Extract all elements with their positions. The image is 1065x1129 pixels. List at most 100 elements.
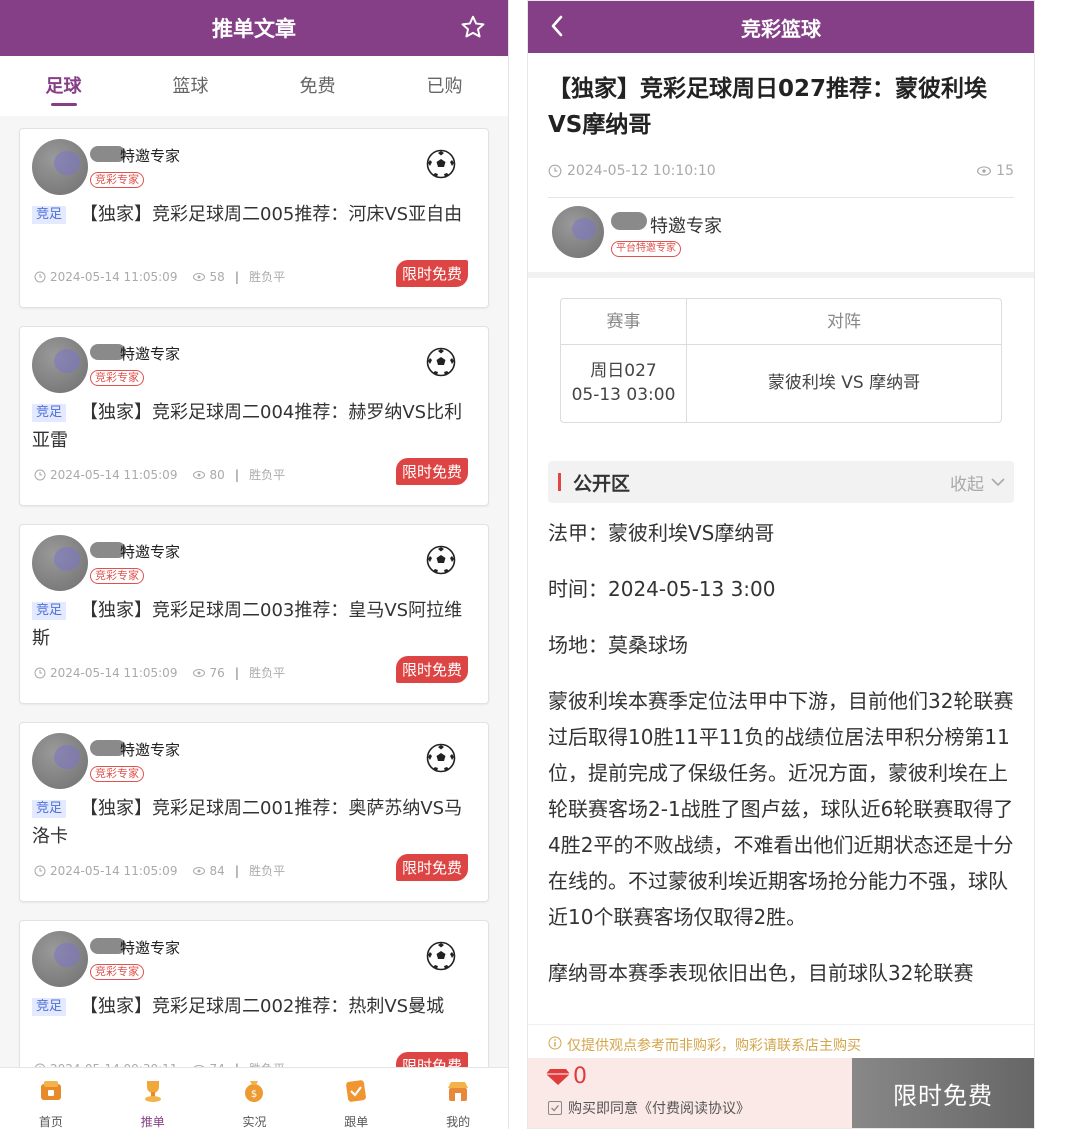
free-badge: 限时免费 xyxy=(395,458,468,485)
article-card[interactable]: 特邀专家 竞彩专家 竞足 【独家】竞彩足球周二004推荐：赫罗纳VS比利亚雷 20… xyxy=(19,326,489,506)
free-read-button[interactable]: 限时免费 xyxy=(852,1058,1034,1128)
tabbar-label: 首页 xyxy=(38,1115,63,1129)
sport-tag: 竞足 xyxy=(32,206,67,224)
tabbar-label: 实况 xyxy=(242,1115,267,1129)
football-icon xyxy=(426,149,456,179)
favorite-star-icon[interactable] xyxy=(460,14,486,40)
football-icon xyxy=(426,347,456,377)
tabbar-recommend[interactable]: 推单 xyxy=(102,1068,204,1129)
tabbar-live[interactable]: $ 实况 xyxy=(204,1068,306,1129)
agreement-prefix: 购买即同意 xyxy=(568,1101,638,1117)
play-type: 胜负平 xyxy=(249,666,286,680)
money-bag-icon: $ xyxy=(245,1081,264,1102)
meta-separator: | xyxy=(234,665,240,680)
avatar xyxy=(32,733,88,789)
matchup-cell: 蒙彼利埃 VS 摩纳哥 xyxy=(767,373,921,393)
article-title-text: 【独家】竞彩足球周二001推荐：奥萨苏纳VS马洛卡 xyxy=(32,798,463,847)
tabbar-follow[interactable]: 跟单 xyxy=(305,1068,407,1129)
author-name: 特邀专家 xyxy=(650,216,722,237)
meta-separator: | xyxy=(234,269,240,284)
article-title-text: 【独家】竞彩足球周二003推荐：皇马VS阿拉维斯 xyxy=(32,600,463,649)
article-title[interactable]: 竞足 【独家】竞彩足球周二002推荐：热刺VS曼城 xyxy=(32,993,468,1021)
article-title-text: 【独家】竞彩足球周二004推荐：赫罗纳VS比利亚雷 xyxy=(32,402,463,451)
article-card[interactable]: 特邀专家 竞彩专家 竞足 【独家】竞彩足球周二005推荐：河床VS亚自由 2024… xyxy=(19,128,489,308)
publish-time-text: 2024-05-12 10:10:10 xyxy=(567,163,716,179)
page-title: 推单文章 xyxy=(212,17,296,41)
follow-order-icon xyxy=(346,1080,367,1102)
disclaimer-note: 仅提供观点参考而非购彩，购彩请联系店主购买 xyxy=(528,1024,1034,1058)
clock-icon xyxy=(34,865,46,876)
tabbar-label: 跟单 xyxy=(344,1115,369,1129)
purchase-bar: 0 购买即同意 《付费阅读协议》 限时免费 xyxy=(528,1058,1034,1128)
section-divider xyxy=(528,272,1034,278)
play-type: 胜负平 xyxy=(249,864,286,878)
free-badge: 限时免费 xyxy=(395,656,468,683)
football-icon xyxy=(426,941,456,971)
section-title: 公开区 xyxy=(558,469,630,496)
tab-purchased[interactable]: 已购 xyxy=(381,56,508,116)
tabbar-mine[interactable]: 我的 xyxy=(407,1068,508,1129)
tab-football[interactable]: 足球 xyxy=(0,56,127,116)
meta-separator: | xyxy=(234,863,240,878)
article-card[interactable]: 特邀专家 竞彩专家 竞足 【独家】竞彩足球周二001推荐：奥萨苏纳VS马洛卡 20… xyxy=(19,722,489,902)
bottom-tab-bar: 首页 推单 $ 实况 跟单 我的 xyxy=(0,1067,508,1129)
agreement-checkbox[interactable] xyxy=(548,1101,562,1115)
content-paragraph: 时间：2024-05-13 3:00 xyxy=(548,577,776,601)
expert-name: 特邀专家 xyxy=(120,147,181,165)
article-card[interactable]: 特邀专家 竞彩专家 竞足 【独家】竞彩足球周二003推荐：皇马VS阿拉维斯 202… xyxy=(19,524,489,704)
free-badge: 限时免费 xyxy=(395,260,468,287)
avatar xyxy=(32,139,88,195)
author-info[interactable]: 特邀专家 平台特邀专家 xyxy=(528,198,1034,272)
article-list-screen: 推单文章 足球 篮球 免费 已购 特邀专家 竞彩专家 竞足 【独家】竞彩足球周二0… xyxy=(0,0,509,1129)
sport-tag: 竞足 xyxy=(32,998,67,1016)
article-meta: 2024-05-12 10:10:10 15 xyxy=(528,157,1034,185)
article-title-text: 【独家】竞彩足球周二002推荐：热刺VS曼城 xyxy=(80,996,445,1017)
article-list: 特邀专家 竞彩专家 竞足 【独家】竞彩足球周二005推荐：河床VS亚自由 2024… xyxy=(0,116,508,1100)
article-time: 2024-05-14 11:05:09 xyxy=(50,665,178,680)
avatar xyxy=(552,206,604,258)
agreement-link[interactable]: 《付费阅读协议》 xyxy=(638,1098,750,1118)
eye-icon xyxy=(977,166,992,176)
article-title[interactable]: 竞足 【独家】竞彩足球周二003推荐：皇马VS阿拉维斯 xyxy=(32,597,468,653)
collapse-button[interactable]: 收起 xyxy=(950,470,1006,495)
view-count: 76 xyxy=(209,665,225,680)
expert-badge: 竞彩专家 xyxy=(90,964,144,980)
svg-text:$: $ xyxy=(251,1089,257,1100)
content-paragraph: 蒙彼利埃本赛季定位法甲中下游，目前他们32轮联赛过后取得10胜11平11负的战绩… xyxy=(548,689,1014,929)
article-title[interactable]: 竞足 【独家】竞彩足球周二005推荐：河床VS亚自由 xyxy=(32,201,468,229)
article-title[interactable]: 竞足 【独家】竞彩足球周二004推荐：赫罗纳VS比利亚雷 xyxy=(32,399,468,455)
check-icon xyxy=(551,1105,559,1112)
price-area: 0 购买即同意 《付费阅读协议》 xyxy=(528,1058,852,1128)
public-section-header: 公开区 收起 xyxy=(548,461,1014,503)
article-detail-screen: 竞彩篮球 【独家】竞彩足球周日027推荐：蒙彼利埃VS摩纳哥 2024-05-1… xyxy=(527,0,1035,1129)
avatar xyxy=(32,535,88,591)
article-meta: 2024-05-14 11:05:09 76 | 胜负平 xyxy=(34,664,285,681)
play-type: 胜负平 xyxy=(249,468,286,482)
article-title-text: 【独家】竞彩足球周二005推荐：河床VS亚自由 xyxy=(80,204,463,225)
chevron-down-icon xyxy=(991,478,1005,487)
article-title[interactable]: 竞足 【独家】竞彩足球周二001推荐：奥萨苏纳VS马洛卡 xyxy=(32,795,468,851)
expert-name: 特邀专家 xyxy=(120,543,181,561)
content-paragraph: 摩纳哥本赛季表现依旧出色，目前球队32轮联赛 xyxy=(548,961,974,985)
view-count: 58 xyxy=(209,269,225,284)
agreement-row[interactable]: 购买即同意 《付费阅读协议》 xyxy=(548,1098,750,1118)
article-time: 2024-05-14 11:05:09 xyxy=(50,467,178,482)
event-number: 周日027 xyxy=(590,361,657,381)
info-icon xyxy=(548,1036,562,1050)
eye-icon xyxy=(193,668,206,677)
expert-name: 特邀专家 xyxy=(120,345,181,363)
home-icon xyxy=(40,1081,61,1100)
tabbar-home[interactable]: 首页 xyxy=(0,1068,102,1129)
eye-icon xyxy=(193,866,206,875)
sport-tag: 竞足 xyxy=(32,800,67,818)
tab-basketball[interactable]: 篮球 xyxy=(127,56,254,116)
tabbar-label: 我的 xyxy=(446,1115,471,1129)
tab-free[interactable]: 免费 xyxy=(254,56,381,116)
avatar xyxy=(32,337,88,393)
view-count: 84 xyxy=(209,863,225,878)
back-arrow-icon[interactable] xyxy=(548,14,566,38)
collapse-label: 收起 xyxy=(950,474,984,495)
publish-time: 2024-05-12 10:10:10 xyxy=(548,163,716,179)
expert-badge: 竞彩专家 xyxy=(90,568,144,584)
view-count: 80 xyxy=(209,467,225,482)
